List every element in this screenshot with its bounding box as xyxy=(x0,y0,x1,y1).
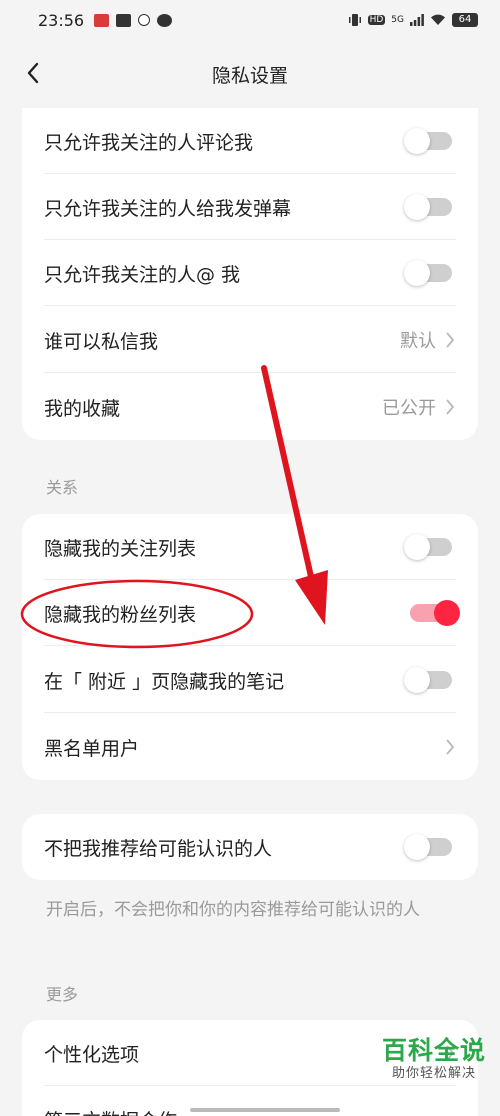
app-notification-icon-3 xyxy=(138,14,151,26)
chevron-right-icon xyxy=(446,739,455,755)
app-notification-icon-2 xyxy=(116,13,132,27)
setting-label: 隐藏我的关注列表 xyxy=(44,537,197,560)
watermark-title: 百科全说 xyxy=(381,1036,486,1065)
status-right: HD 5G 64 xyxy=(348,13,478,27)
battery-indicator: 64 xyxy=(452,13,478,27)
setting-row-hide-nearby-notes[interactable]: 在「 附近 」页隐藏我的笔记 xyxy=(22,647,478,713)
setting-row-danmaku-followed-only[interactable]: 只允许我关注的人给我发弹幕 xyxy=(22,174,478,240)
setting-label: 不把我推荐给可能认识的人 xyxy=(44,837,273,860)
hd-badge: HD xyxy=(367,15,386,25)
chevron-right-icon xyxy=(446,332,455,348)
hide-followers-toggle[interactable] xyxy=(410,600,460,626)
setting-row-hide-following[interactable]: 隐藏我的关注列表 xyxy=(22,514,478,580)
section-header-relations: 关系 xyxy=(46,478,79,497)
chat-notification-icon xyxy=(157,13,173,27)
setting-label: 只允许我关注的人@ 我 xyxy=(44,263,241,286)
watermark-subtitle: 助你轻松解决 xyxy=(391,1066,476,1081)
setting-row-my-collection[interactable]: 我的收藏 已公开 xyxy=(22,374,478,440)
toggle-knob xyxy=(404,260,430,286)
setting-label: 只允许我关注的人评论我 xyxy=(44,131,254,154)
recommend-hint: 开启后，不会把你和你的内容推荐给可能认识的人 xyxy=(46,900,420,920)
chevron-left-icon xyxy=(27,62,39,84)
status-bar: 23:56 HD 5G 64 xyxy=(0,0,500,40)
setting-label: 只允许我关注的人给我发弹幕 xyxy=(44,197,292,220)
toggle-knob xyxy=(404,194,430,220)
setting-row-blacklist[interactable]: 黑名单用户 xyxy=(22,714,478,780)
back-button[interactable] xyxy=(18,58,48,88)
mention-followed-only-toggle[interactable] xyxy=(404,260,452,286)
nav-bar: 隐私设置 xyxy=(0,40,500,108)
toggle-knob xyxy=(404,534,430,560)
toggle-knob xyxy=(404,128,430,154)
setting-value: 已公开 xyxy=(382,398,436,419)
vibrate-icon xyxy=(348,14,361,26)
setting-label: 在「 附近 」页隐藏我的笔记 xyxy=(44,670,285,693)
toggle-knob xyxy=(404,667,430,693)
signal-icon xyxy=(410,14,424,26)
hide-nearby-notes-toggle[interactable] xyxy=(404,667,452,693)
section-header-more: 更多 xyxy=(46,985,79,1004)
settings-card-interaction: 只允许我关注的人评论我 只允许我关注的人给我发弹幕 只允许我关注的人@ 我 谁可… xyxy=(22,108,478,440)
setting-row-hide-followers[interactable]: 隐藏我的粉丝列表 xyxy=(22,580,478,646)
toggle-knob xyxy=(434,600,460,626)
setting-value: 默认 xyxy=(400,331,436,352)
wifi-icon xyxy=(431,14,445,25)
page-title: 隐私设置 xyxy=(211,64,288,87)
danmaku-followed-only-toggle[interactable] xyxy=(404,194,452,220)
toggle-knob xyxy=(404,834,430,860)
home-indicator[interactable] xyxy=(190,1108,340,1112)
setting-row-no-recommend[interactable]: 不把我推荐给可能认识的人 xyxy=(22,814,478,880)
settings-card-relations: 隐藏我的关注列表 隐藏我的粉丝列表 在「 附近 」页隐藏我的笔记 黑名单用户 xyxy=(22,514,478,780)
setting-row-comment-followed-only[interactable]: 只允许我关注的人评论我 xyxy=(22,108,478,174)
setting-row-mention-followed-only[interactable]: 只允许我关注的人@ 我 xyxy=(22,240,478,306)
setting-row-who-can-message[interactable]: 谁可以私信我 默认 xyxy=(22,307,478,373)
setting-label: 我的收藏 xyxy=(44,397,121,420)
watermark: 百科全说 助你轻松解决 xyxy=(382,1038,486,1080)
settings-card-recommend: 不把我推荐给可能认识的人 xyxy=(22,814,478,880)
app-notification-icon xyxy=(94,13,110,27)
no-recommend-toggle[interactable] xyxy=(404,834,452,860)
comment-followed-only-toggle[interactable] xyxy=(404,128,452,154)
network-label: 5G xyxy=(391,15,404,25)
setting-label: 黑名单用户 xyxy=(44,737,140,760)
chevron-right-icon xyxy=(446,399,455,415)
setting-label: 隐藏我的粉丝列表 xyxy=(44,603,197,626)
setting-label: 谁可以私信我 xyxy=(44,330,159,353)
hide-following-toggle[interactable] xyxy=(404,534,452,560)
status-time: 23:56 xyxy=(38,10,85,30)
